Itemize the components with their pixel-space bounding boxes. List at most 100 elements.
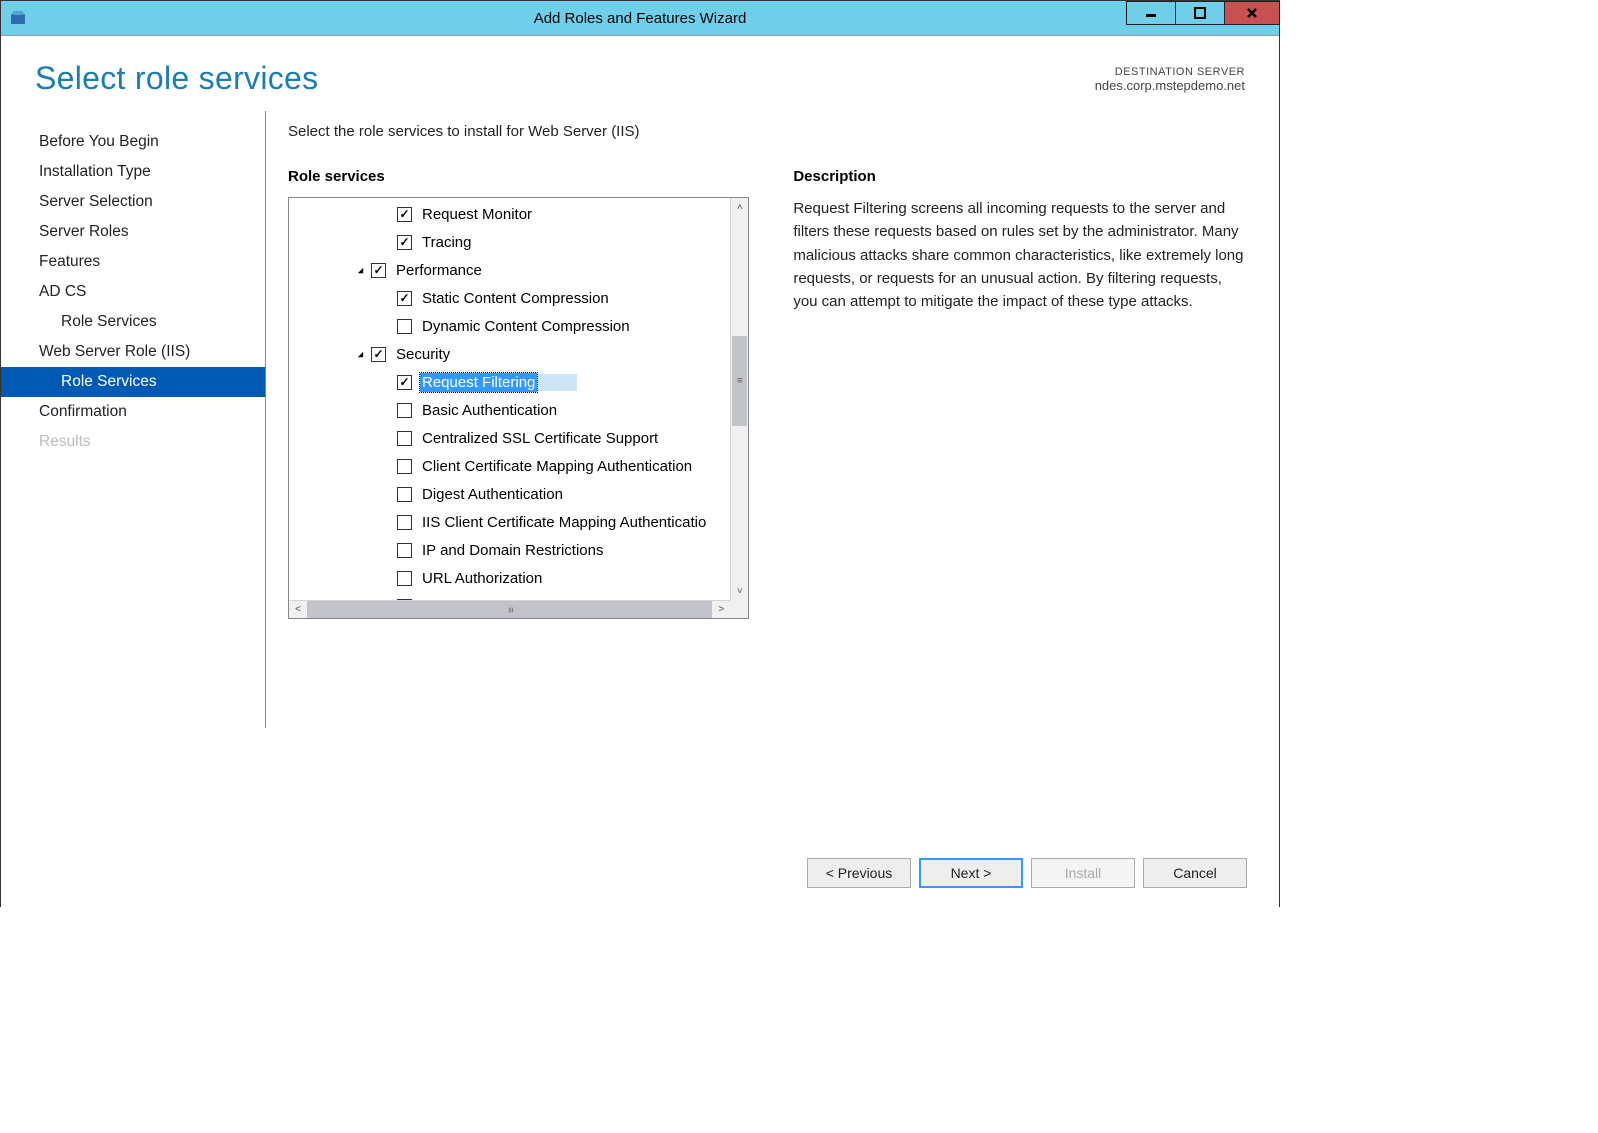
checkbox[interactable] xyxy=(397,459,412,474)
tree-body[interactable]: Request Monitor Tracing Performance Static … xyxy=(289,198,748,600)
expander-placeholder xyxy=(379,487,393,501)
checkbox[interactable] xyxy=(397,403,412,418)
sidebar-item-role-services[interactable]: Role Services xyxy=(1,367,265,397)
horizontal-scrollbar[interactable]: ˂ ˃ xyxy=(289,600,730,618)
tree-item-dynamic-content-compression[interactable]: Dynamic Content Compression xyxy=(289,312,748,340)
role-services-tree: Request Monitor Tracing Performance Static … xyxy=(288,197,749,619)
tree-item-client-certificate-mapping-authentication[interactable]: Client Certificate Mapping Authenticatio… xyxy=(289,452,748,480)
expander-open-icon[interactable] xyxy=(353,263,367,277)
expander-open-icon[interactable] xyxy=(353,347,367,361)
tree-item-url-authorization[interactable]: URL Authorization xyxy=(289,564,748,592)
description-text: Request Filtering screens all incoming r… xyxy=(793,197,1245,313)
tree-item-label: Centralized SSL Certificate Support xyxy=(420,429,660,448)
next-button[interactable]: Next > xyxy=(919,858,1023,888)
checkbox[interactable] xyxy=(397,207,412,222)
checkbox[interactable] xyxy=(397,571,412,586)
tree-item-static-content-compression[interactable]: Static Content Compression xyxy=(289,284,748,312)
sidebar-item-server-roles[interactable]: Server Roles xyxy=(1,217,265,247)
expander-placeholder xyxy=(379,403,393,417)
checkbox[interactable] xyxy=(397,291,412,306)
destination-server-label: DESTINATION SERVER xyxy=(1095,66,1245,78)
sidebar-item-installation-type[interactable]: Installation Type xyxy=(1,157,265,187)
window-content: Select role services DESTINATION SERVER … xyxy=(1,35,1279,908)
app-icon xyxy=(9,8,29,28)
header-row: Select role services DESTINATION SERVER … xyxy=(1,36,1279,97)
tree-item-performance[interactable]: Performance xyxy=(289,256,748,284)
tree-item-label: IIS Client Certificate Mapping Authentic… xyxy=(420,513,708,532)
description-column: Description Request Filtering screens al… xyxy=(793,168,1245,838)
main-pane: Select the role services to install for … xyxy=(266,109,1279,838)
checkbox[interactable] xyxy=(371,347,386,362)
expander-placeholder xyxy=(379,431,393,445)
tree-item-label: Basic Authentication xyxy=(420,401,559,420)
sidebar-item-ad-cs[interactable]: AD CS xyxy=(1,277,265,307)
sidebar-item-web-server-role-iis-[interactable]: Web Server Role (IIS) xyxy=(1,337,265,367)
checkbox[interactable] xyxy=(397,319,412,334)
checkbox[interactable] xyxy=(397,375,412,390)
wizard-footer: < Previous Next > Install Cancel xyxy=(1,838,1279,908)
sidebar-item-role-services[interactable]: Role Services xyxy=(1,307,265,337)
tree-item-tracing[interactable]: Tracing xyxy=(289,228,748,256)
hscroll-track[interactable] xyxy=(307,601,712,618)
tree-item-label: Static Content Compression xyxy=(420,289,611,308)
checkbox[interactable] xyxy=(397,235,412,250)
role-services-column: Role services Request MonitorTracingPerf… xyxy=(288,168,749,838)
scroll-down-icon[interactable]: ˅ xyxy=(731,582,748,600)
expander-placeholder xyxy=(379,515,393,529)
tree-item-label: Tracing xyxy=(420,233,473,252)
expander-placeholder xyxy=(379,375,393,389)
scroll-left-icon[interactable]: ˂ xyxy=(289,601,307,618)
sidebar-item-confirmation[interactable]: Confirmation xyxy=(1,397,265,427)
titlebar: Add Roles and Features Wizard xyxy=(1,1,1279,35)
tree-item-label: Security xyxy=(394,345,452,364)
tree-item-digest-authentication[interactable]: Digest Authentication xyxy=(289,480,748,508)
scroll-thumb[interactable] xyxy=(732,336,747,426)
scroll-up-icon[interactable]: ˄ xyxy=(731,198,748,216)
install-button: Install xyxy=(1031,858,1135,888)
cancel-button[interactable]: Cancel xyxy=(1143,858,1247,888)
expander-placeholder xyxy=(379,571,393,585)
main-area: Before You BeginInstallation TypeServer … xyxy=(1,97,1279,838)
checkbox[interactable] xyxy=(397,515,412,530)
expander-placeholder xyxy=(379,291,393,305)
sidebar-item-features[interactable]: Features xyxy=(1,247,265,277)
window-controls xyxy=(1126,1,1279,35)
checkbox[interactable] xyxy=(397,487,412,502)
window-title: Add Roles and Features Wizard xyxy=(1,10,1279,27)
tree-item-security[interactable]: Security xyxy=(289,340,748,368)
tree-item-label: Request Filtering xyxy=(420,373,537,392)
scroll-track[interactable] xyxy=(731,216,748,582)
scroll-right-icon[interactable]: ˃ xyxy=(712,601,730,618)
tree-item-request-monitor[interactable]: Request Monitor xyxy=(289,200,748,228)
description-heading: Description xyxy=(793,168,1245,185)
pane-intro: Select the role services to install for … xyxy=(288,123,1245,140)
sidebar-item-results: Results xyxy=(1,427,265,457)
vertical-scrollbar[interactable]: ˄ ˅ xyxy=(730,198,748,600)
close-button[interactable] xyxy=(1224,1,1280,25)
destination-server: DESTINATION SERVER ndes.corp.mstepdemo.n… xyxy=(1095,60,1245,93)
maximize-button[interactable] xyxy=(1175,1,1225,25)
sidebar-nav: Before You BeginInstallation TypeServer … xyxy=(1,111,266,728)
tree-item-label: Performance xyxy=(394,261,484,280)
checkbox[interactable] xyxy=(397,543,412,558)
pane-columns: Role services Request MonitorTracingPerf… xyxy=(288,168,1245,838)
tree-item-basic-authentication[interactable]: Basic Authentication xyxy=(289,396,748,424)
tree-item-label: Dynamic Content Compression xyxy=(420,317,632,336)
tree-item-label: Digest Authentication xyxy=(420,485,565,504)
tree-item-centralized-ssl-certificate-support[interactable]: Centralized SSL Certificate Support xyxy=(289,424,748,452)
expander-placeholder xyxy=(379,207,393,221)
tree-item-windows-authentication[interactable]: Windows Authentication xyxy=(289,592,748,600)
tree-item-iis-client-certificate-mapping-authenticatio[interactable]: IIS Client Certificate Mapping Authentic… xyxy=(289,508,748,536)
previous-button[interactable]: < Previous xyxy=(807,858,911,888)
tree-item-request-filtering[interactable]: Request Filtering xyxy=(289,368,748,396)
tree-item-label: Client Certificate Mapping Authenticatio… xyxy=(420,457,694,476)
checkbox[interactable] xyxy=(371,263,386,278)
tree-item-label: Request Monitor xyxy=(420,205,534,224)
sidebar-item-before-you-begin[interactable]: Before You Begin xyxy=(1,127,265,157)
minimize-button[interactable] xyxy=(1126,1,1176,25)
tree-item-ip-and-domain-restrictions[interactable]: IP and Domain Restrictions xyxy=(289,536,748,564)
expander-placeholder xyxy=(379,319,393,333)
checkbox[interactable] xyxy=(397,431,412,446)
destination-server-value: ndes.corp.mstepdemo.net xyxy=(1095,78,1245,93)
sidebar-item-server-selection[interactable]: Server Selection xyxy=(1,187,265,217)
